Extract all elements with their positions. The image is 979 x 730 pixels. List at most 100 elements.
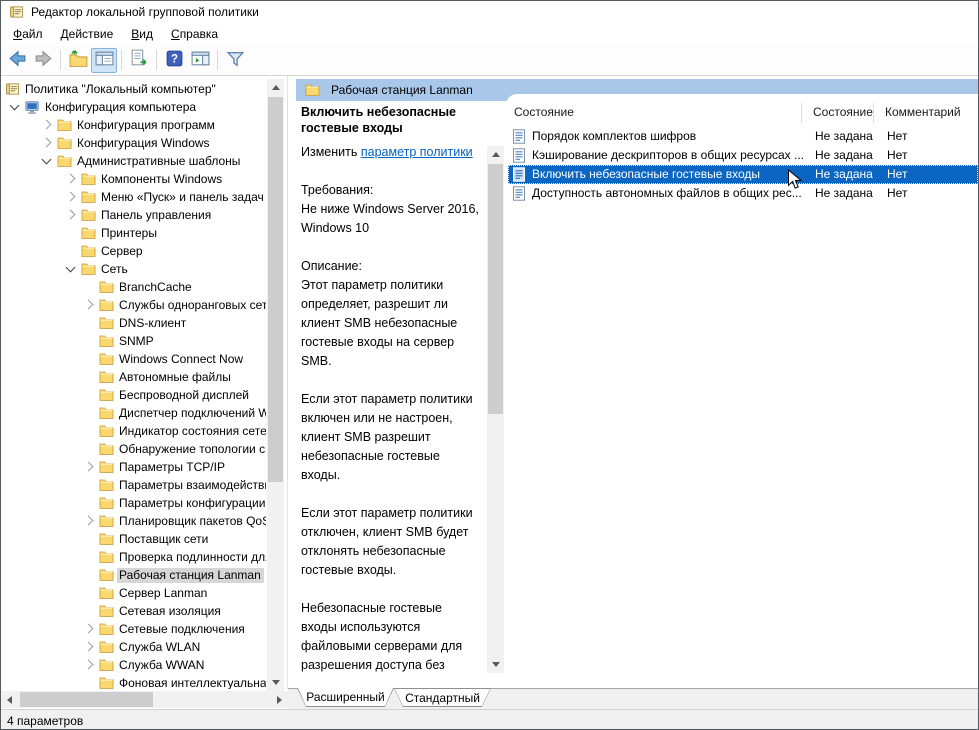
action-pane-button[interactable]	[187, 48, 213, 73]
tree-item[interactable]: BranchCache	[1, 278, 266, 296]
chevron-right-icon[interactable]	[84, 462, 94, 472]
column-separator[interactable]	[801, 103, 802, 123]
chevron-right-icon[interactable]	[66, 192, 76, 202]
tree-item[interactable]: Планировщик пакетов QoS	[1, 512, 266, 530]
tree-item[interactable]: Параметры TCP/IP	[1, 458, 266, 476]
tree-item[interactable]: Службы одноранговых сетей	[1, 296, 266, 314]
tree-item[interactable]: Конфигурация программ	[1, 116, 266, 134]
scroll-down-button[interactable]	[487, 656, 504, 673]
description-scrollbar[interactable]	[487, 146, 504, 673]
policy-title: Включить небезопасные гостевые входы	[301, 104, 481, 136]
folder-icon	[99, 424, 114, 440]
tree-item[interactable]: Автономные файлы	[1, 368, 266, 386]
tree-item[interactable]: Поставщик сети	[1, 530, 266, 548]
column-separator[interactable]	[873, 103, 874, 123]
export-list-button[interactable]	[126, 48, 152, 73]
tree-item[interactable]: Индикатор состояния сетевог	[1, 422, 266, 440]
menu-file[interactable]: Файл	[4, 24, 52, 44]
tree-item[interactable]: Сеть	[1, 260, 266, 278]
tree-scrollbar-thumb[interactable]	[268, 97, 283, 482]
chevron-right-icon[interactable]	[84, 624, 94, 634]
toolbar-separator	[121, 50, 122, 70]
scroll-up-button[interactable]	[487, 146, 504, 163]
scroll-right-button[interactable]	[271, 691, 288, 708]
chevron-down-icon[interactable]	[10, 101, 20, 111]
chevron-right-icon[interactable]	[84, 516, 94, 526]
toolbar-separator	[60, 50, 61, 70]
chevron-down-icon[interactable]	[42, 155, 52, 165]
tree-item[interactable]: Конфигурация компьютера	[1, 98, 266, 116]
tree-item-label: Индикатор состояния сетевог	[117, 424, 266, 439]
chevron-right-icon[interactable]	[66, 210, 76, 220]
chevron-down-icon[interactable]	[66, 263, 76, 273]
back-button[interactable]	[4, 48, 30, 73]
chevron-right-icon[interactable]	[66, 174, 76, 184]
column-header-1[interactable]: Состояние	[813, 105, 873, 123]
tree-item-label: Сервер Lanman	[117, 586, 210, 601]
tree-item[interactable]: Служба WLAN	[1, 638, 266, 656]
tree-item[interactable]: Обнаружение топологии связ	[1, 440, 266, 458]
column-header-2[interactable]: Комментарий	[885, 105, 961, 123]
chevron-right-icon[interactable]	[42, 120, 52, 130]
menu-view[interactable]: Вид	[122, 24, 162, 44]
forward-button[interactable]	[30, 48, 56, 73]
toolbar-separator	[217, 50, 218, 70]
policy-row[interactable]: Порядок комплектов шифровНе заданаНет	[508, 127, 978, 146]
tree-horizontal-scrollbar[interactable]	[1, 691, 288, 708]
tree-item[interactable]: Административные шаблоны	[1, 152, 266, 170]
description-scrollbar-thumb[interactable]	[488, 164, 503, 414]
tree-hscrollbar-thumb[interactable]	[20, 692, 153, 707]
help-button[interactable]: ?	[161, 48, 187, 73]
tree-item[interactable]: Служба WWAN	[1, 656, 266, 674]
tree-item[interactable]: Панель управления	[1, 206, 266, 224]
tree-item[interactable]: SNMP	[1, 332, 266, 350]
tree-item[interactable]: Сервер Lanman	[1, 584, 266, 602]
folder-header-label: Рабочая станция Lanman	[331, 83, 473, 97]
policy-row[interactable]: Включить небезопасные гостевые входыНе з…	[508, 165, 978, 184]
up-folder-button[interactable]	[65, 48, 91, 73]
tab-extended[interactable]: Расширенный	[297, 688, 394, 707]
tree-item[interactable]: Меню «Пуск» и панель задач	[1, 188, 266, 206]
policy-doc-icon	[512, 129, 526, 147]
tree-item[interactable]: Компоненты Windows	[1, 170, 266, 188]
tree-item[interactable]: Проверка подлинности для те	[1, 548, 266, 566]
tree-item[interactable]: Политика "Локальный компьютер"	[1, 80, 266, 98]
policy-row[interactable]: Кэширование дескрипторов в общих ресурса…	[508, 146, 978, 165]
chevron-right-icon[interactable]	[84, 660, 94, 670]
tree-item[interactable]: Конфигурация Windows	[1, 134, 266, 152]
scroll-down-button[interactable]	[267, 674, 284, 691]
tree-item[interactable]: Рабочая станция Lanman	[1, 566, 266, 584]
arrow-up-icon	[492, 148, 500, 157]
menu-help[interactable]: Справка	[162, 24, 227, 44]
menu-action[interactable]: Действие	[52, 24, 123, 44]
tree-item[interactable]: Сервер	[1, 242, 266, 260]
policy-scroll-icon	[9, 5, 24, 22]
scroll-up-button[interactable]	[267, 79, 284, 96]
policy-row[interactable]: Доступность автономных файлов в общих ре…	[508, 184, 978, 203]
chevron-right-icon[interactable]	[42, 138, 52, 148]
tree-item[interactable]: Сетевая изоляция	[1, 602, 266, 620]
policy-comment: Нет	[887, 129, 907, 143]
chevron-right-icon[interactable]	[84, 300, 94, 310]
scroll-left-button[interactable]	[1, 691, 18, 708]
tree-item[interactable]: Сетевые подключения	[1, 620, 266, 638]
tree-item[interactable]: Фоновая интеллектуальная сл	[1, 674, 266, 689]
tree-item[interactable]: Принтеры	[1, 224, 266, 242]
tree-item[interactable]: DNS-клиент	[1, 314, 266, 332]
tree-item[interactable]: Windows Connect Now	[1, 350, 266, 368]
policy-settings-link[interactable]: параметр политики	[361, 145, 473, 159]
folder-icon	[57, 154, 72, 170]
tree-item[interactable]: Параметры конфигурации SSL	[1, 494, 266, 512]
tree-item-label: Параметры взаимодействия к	[117, 478, 266, 493]
tab-standard[interactable]: Стандартный	[394, 688, 491, 707]
folder-icon	[99, 478, 114, 494]
tree-item[interactable]: Диспетчер подключений Wind	[1, 404, 266, 422]
filter-button[interactable]	[222, 48, 248, 73]
show-tree-button[interactable]	[91, 48, 117, 73]
tree-item[interactable]: Параметры взаимодействия к	[1, 476, 266, 494]
tree-item[interactable]: Беспроводной дисплей	[1, 386, 266, 404]
column-header-0[interactable]: Состояние	[514, 105, 574, 123]
tree-vertical-scrollbar[interactable]	[267, 79, 284, 691]
chevron-right-icon[interactable]	[84, 642, 94, 652]
folder-icon	[99, 604, 114, 620]
